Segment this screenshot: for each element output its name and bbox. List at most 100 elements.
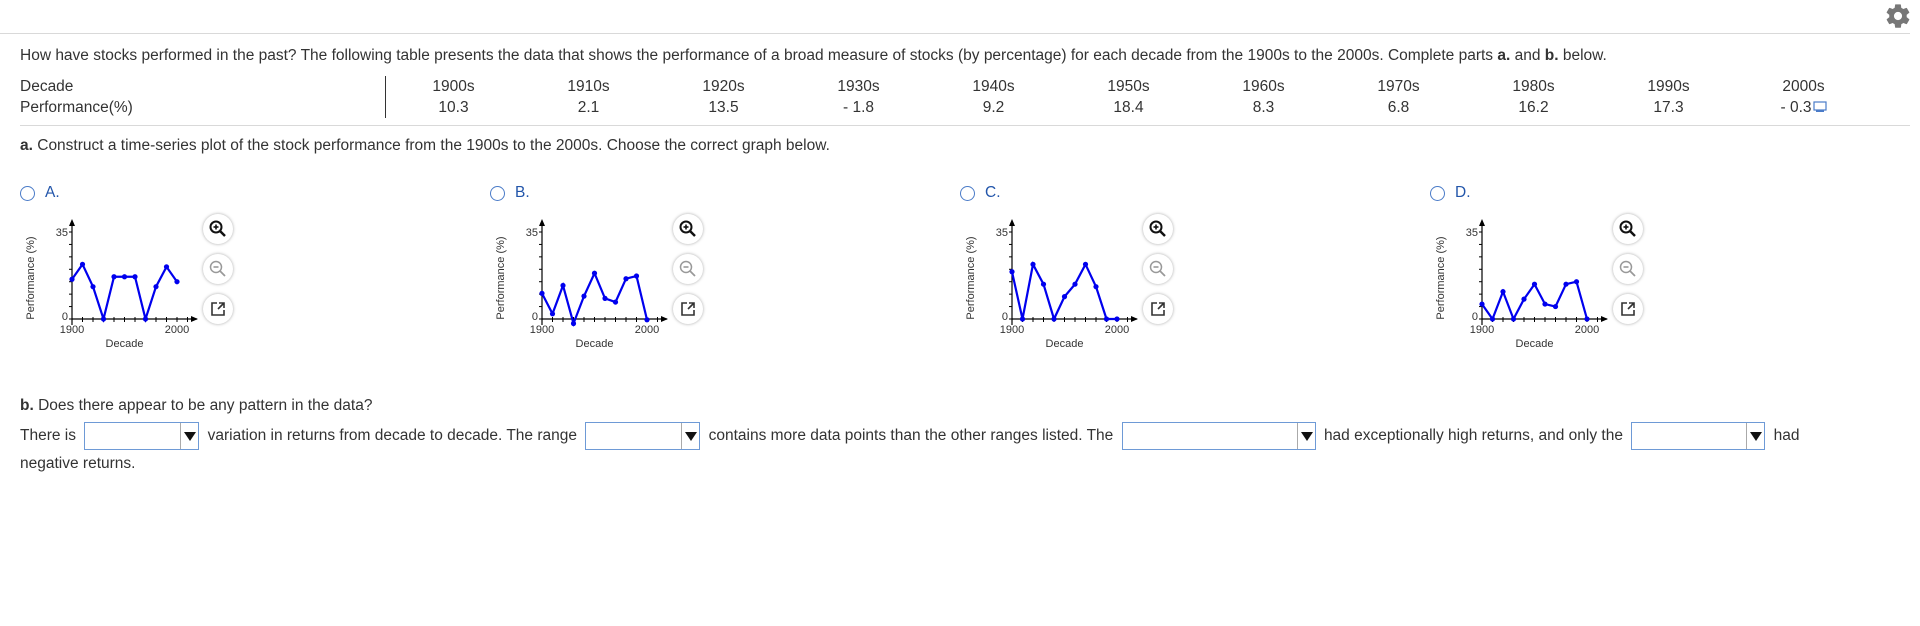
popout-icon (211, 302, 225, 316)
performance-cell: 17.3 (1653, 98, 1684, 116)
y-axis-label: Performance (%) (965, 236, 977, 319)
zoom-in-button[interactable] (1143, 214, 1173, 244)
performance-cell: 18.4 (1113, 98, 1144, 116)
data-point (79, 261, 86, 267)
option-label[interactable]: A. (45, 184, 60, 202)
option-label[interactable]: B. (515, 184, 530, 202)
decade-cell: 1940s (972, 77, 1015, 95)
data-point (570, 320, 577, 327)
option-b[interactable]: B. Performance (%) 35 0 1900 2000 Decade (490, 178, 950, 378)
popout-icon (1151, 302, 1165, 316)
radio-button[interactable] (960, 186, 975, 201)
variation-dropdown[interactable] (84, 422, 200, 450)
decade-cell: 2000s (1782, 77, 1825, 95)
popout-button[interactable] (1613, 294, 1643, 324)
option-d[interactable]: D. Performance (%) 35 0 1900 2000 Decade (1430, 178, 1890, 378)
popout-button[interactable] (673, 294, 703, 324)
x-axis-arrow (661, 316, 668, 322)
decade-cell: 1900s (432, 77, 475, 95)
radio-button[interactable] (490, 186, 505, 201)
performance-cell: 6.8 (1387, 98, 1410, 116)
x-tick-label: 2000 (165, 324, 189, 336)
x-axis-label: Decade (1516, 338, 1554, 350)
performance-cell: 10.3 (438, 98, 469, 116)
zoom-in-button[interactable] (673, 214, 703, 244)
popout-button[interactable] (203, 294, 233, 324)
data-point (111, 274, 117, 280)
range-dropdown[interactable] (585, 422, 701, 450)
y-axis-label: Performance (%) (25, 236, 37, 319)
data-point (69, 276, 75, 282)
negative-returns-dropdown[interactable] (1631, 422, 1766, 450)
y-tick-label: 0 (1002, 311, 1008, 323)
decade-row: Decade 1900s 1910s 1920s 1930s 1940s 195… (20, 76, 1871, 97)
x-tick-label: 2000 (635, 324, 659, 336)
series-line (1481, 280, 1589, 322)
zoom-out-button[interactable] (1613, 254, 1643, 284)
performance-cell: 9.2 (982, 98, 1005, 116)
top-divider (0, 33, 1910, 34)
zoom-in-icon (1149, 220, 1166, 237)
series-line (71, 262, 178, 323)
data-point (644, 317, 650, 323)
y-axis-label: Performance (%) (1435, 236, 1447, 319)
zoom-out-button[interactable] (1143, 254, 1173, 284)
chevron-down-icon[interactable] (1296, 423, 1315, 449)
zoom-out-button[interactable] (673, 254, 703, 284)
x-axis-arrow (1601, 316, 1608, 322)
zoom-in-button[interactable] (203, 214, 233, 244)
data-point (1103, 316, 1110, 322)
decade-cell: 1910s (567, 77, 610, 95)
zoom-out-button[interactable] (203, 254, 233, 284)
data-point (581, 293, 587, 299)
data-table: Decade 1900s 1910s 1920s 1930s 1940s 195… (20, 76, 1871, 118)
time-series-plot: Performance (%) 35 01900 2000 Decade (495, 219, 668, 350)
popout-icon (681, 302, 695, 316)
gear-icon[interactable] (1884, 2, 1912, 30)
data-point (1584, 316, 1590, 322)
chevron-down-icon[interactable] (1746, 423, 1765, 449)
x-tick-label: 2000 (1575, 324, 1599, 336)
data-point (1051, 316, 1057, 322)
data-point (1521, 296, 1527, 302)
zoom-out-icon (679, 260, 696, 277)
radio-button[interactable] (20, 186, 35, 201)
high-returns-dropdown[interactable] (1121, 422, 1316, 450)
data-point (1552, 303, 1559, 310)
y-tick-label: 0 (1472, 311, 1478, 323)
popout-icon (1621, 302, 1635, 316)
performance-cell: 13.5 (708, 98, 739, 116)
decade-cell: 1990s (1647, 77, 1690, 95)
chevron-down-icon[interactable] (180, 423, 199, 449)
data-point (163, 264, 170, 270)
series-line (541, 270, 649, 327)
decade-cell: 1930s (837, 77, 880, 95)
data-point (1489, 316, 1496, 322)
option-label[interactable]: C. (985, 184, 1001, 202)
zoom-in-button[interactable] (1613, 214, 1643, 244)
y-tick-label: 35 (56, 227, 68, 239)
x-axis-arrow (1131, 316, 1138, 322)
fill-text-2: variation in returns from decade to deca… (207, 427, 577, 445)
part-b-text: b. Does there appear to be any pattern i… (20, 397, 373, 414)
popout-button[interactable] (1143, 294, 1173, 324)
zoom-out-icon (209, 260, 226, 277)
option-label[interactable]: D. (1455, 184, 1471, 202)
x-tick-label: 1900 (1470, 324, 1494, 336)
x-axis-arrow (191, 316, 198, 322)
copy-icon[interactable] (1812, 101, 1827, 113)
radio-button[interactable] (1430, 186, 1445, 201)
data-point (1030, 261, 1036, 267)
option-a[interactable]: A. Performance (%) 35 0 1900 2000 Decade (20, 178, 480, 378)
y-tick-label: 35 (1466, 227, 1478, 239)
zoom-out-icon (1149, 260, 1166, 277)
data-point (1082, 261, 1089, 267)
option-c[interactable]: C. Performance (%) 35 0 1900 2000 Decade (960, 178, 1420, 378)
decade-cell: 1920s (702, 77, 745, 95)
chevron-down-icon[interactable] (681, 423, 700, 449)
data-point (121, 274, 128, 280)
data-point (591, 270, 598, 276)
y-axis-arrow (1479, 219, 1485, 226)
data-point (612, 299, 619, 305)
section-divider (20, 125, 1910, 126)
